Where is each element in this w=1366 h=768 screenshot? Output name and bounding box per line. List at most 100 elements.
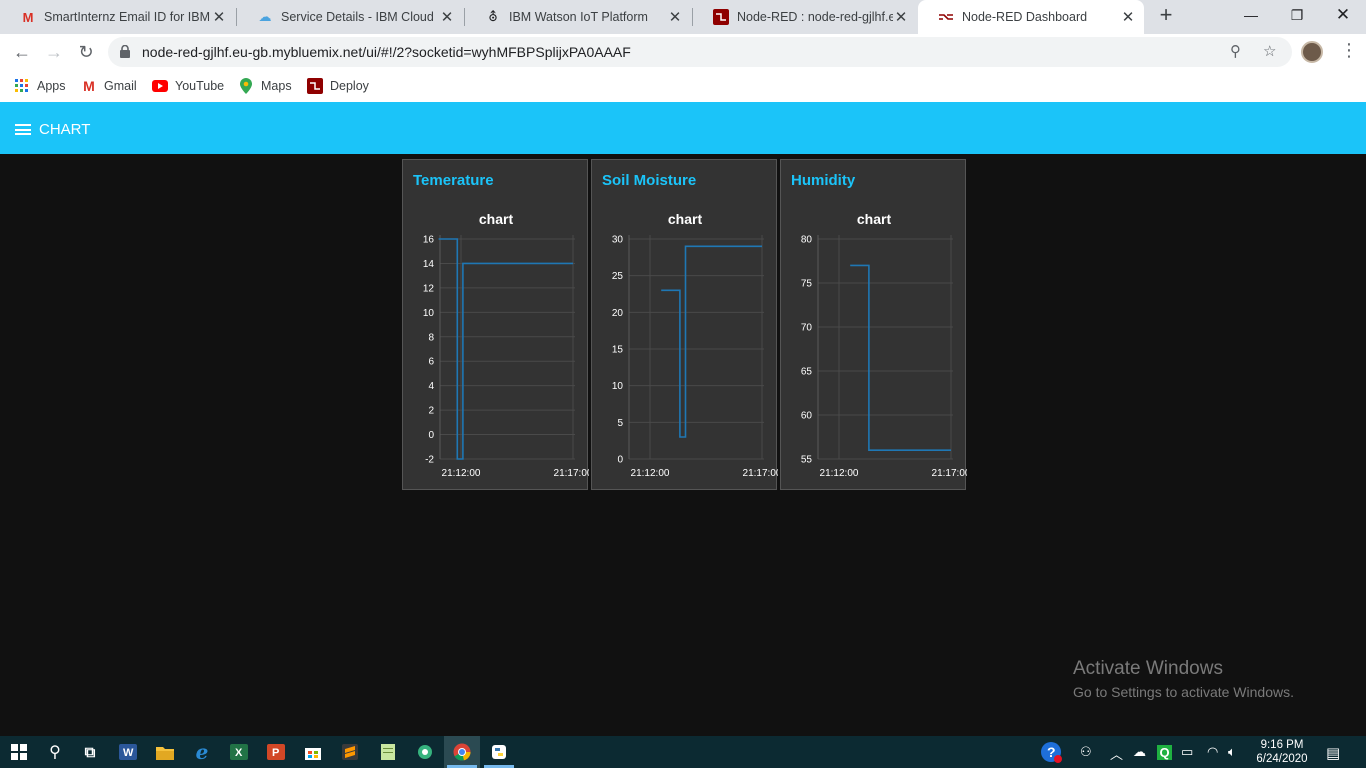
group-title: Temerature xyxy=(413,172,494,189)
python-icon[interactable] xyxy=(487,740,511,764)
browser-tab[interactable]: ⛢ IBM Watson IoT Platform ✕ xyxy=(465,0,691,34)
store-icon[interactable] xyxy=(301,740,325,764)
page-title: CHART xyxy=(39,121,91,138)
sublime-icon[interactable] xyxy=(338,740,362,764)
browser-tab[interactable]: Node-RED : node-red-gjlhf.eu- ✕ xyxy=(693,0,917,34)
help-icon[interactable]: ? xyxy=(1039,740,1063,764)
y-tick-label: 14 xyxy=(423,259,435,270)
task-view-icon[interactable]: ⧉ xyxy=(78,740,102,764)
close-window-button[interactable]: ✕ xyxy=(1320,0,1366,30)
chart-title: chart xyxy=(857,211,892,227)
browser-tab[interactable]: ☁ Service Details - IBM Cloud ✕ xyxy=(237,0,463,34)
close-icon[interactable]: ✕ xyxy=(211,8,227,26)
people-icon[interactable]: ⚇ xyxy=(1080,744,1092,760)
group-title: Humidity xyxy=(791,172,856,189)
y-tick-label: 4 xyxy=(428,381,434,392)
node-red-icon xyxy=(938,9,954,25)
maps-icon xyxy=(238,78,254,94)
restore-button[interactable]: ❐ xyxy=(1274,0,1320,30)
notes-icon[interactable] xyxy=(376,740,400,764)
y-tick-label: 6 xyxy=(428,357,434,368)
activate-windows-title: Activate Windows xyxy=(1073,658,1223,679)
gmail-icon: M xyxy=(22,9,34,25)
chevron-up-icon[interactable]: ︿ xyxy=(1110,744,1123,763)
y-tick-label: 5 xyxy=(617,418,623,429)
y-tick-label: 8 xyxy=(428,332,434,343)
lock-icon xyxy=(120,45,130,58)
excel-icon[interactable]: X xyxy=(227,740,251,764)
address-bar[interactable]: node-red-gjlhf.eu-gb.mybluemix.net/ui/#!… xyxy=(108,37,1292,67)
y-tick-label: 10 xyxy=(423,308,435,319)
chart-title: chart xyxy=(479,211,514,227)
svg-text:W: W xyxy=(123,747,134,759)
close-icon[interactable]: ✕ xyxy=(439,8,455,26)
y-tick-label: 2 xyxy=(428,406,434,417)
y-tick-label: 12 xyxy=(423,283,435,294)
activate-windows-subtitle: Go to Settings to activate Windows. xyxy=(1073,684,1294,700)
y-tick-label: 70 xyxy=(801,323,813,334)
x-tick-label: 21:12:00 xyxy=(442,468,481,479)
powerpoint-icon[interactable]: P xyxy=(264,740,288,764)
taskbar: ⚲ ⧉ W ℯ X P ? ⚇ ︿ ☁ Q ▭ ◠ 🔈︎ 9:16 PM 6/2… xyxy=(0,736,1366,768)
bookmark-label: Deploy xyxy=(330,79,369,93)
bookmark-maps[interactable]: Maps xyxy=(238,76,292,96)
bookmark-gmail[interactable]: M Gmail xyxy=(81,76,137,96)
y-tick-label: 10 xyxy=(612,381,624,392)
battery-icon[interactable]: ▭ xyxy=(1181,744,1193,760)
browser-tab[interactable]: M SmartInternz Email ID for IBM A ✕ xyxy=(0,0,235,34)
iot-icon: ⛢ xyxy=(488,9,498,24)
forward-button[interactable]: → xyxy=(42,40,66,64)
word-icon[interactable]: W xyxy=(116,740,140,764)
bookmark-star-icon[interactable]: ☆ xyxy=(1263,42,1276,60)
close-icon[interactable]: ✕ xyxy=(1120,8,1136,26)
chart-title: chart xyxy=(668,211,703,227)
y-tick-label: 75 xyxy=(801,279,813,290)
chrome-icon[interactable] xyxy=(450,740,474,764)
series-line xyxy=(661,245,762,438)
bookmark-youtube[interactable]: YouTube xyxy=(152,76,224,96)
file-explorer-icon[interactable] xyxy=(153,740,177,764)
avatar[interactable] xyxy=(1301,41,1323,63)
menu-icon[interactable] xyxy=(15,124,31,135)
internet-explorer-icon[interactable]: ℯ xyxy=(190,740,214,764)
y-tick-label: 60 xyxy=(801,411,813,422)
bookmark-label: Maps xyxy=(261,79,292,93)
back-button[interactable]: ← xyxy=(10,40,34,64)
system-clock[interactable]: 9:16 PM 6/24/2020 xyxy=(1252,738,1312,766)
x-tick-label: 21:12:00 xyxy=(631,468,670,479)
x-tick-label: 21:17:00 xyxy=(554,468,589,479)
x-tick-label: 21:17:00 xyxy=(743,468,778,479)
y-tick-label: 0 xyxy=(428,430,434,441)
tab-title: SmartInternz Email ID for IBM A xyxy=(44,10,211,24)
bookmark-apps[interactable]: Apps xyxy=(14,76,66,96)
group-title: Soil Moisture xyxy=(602,172,697,189)
zoom-icon[interactable]: ⚲ xyxy=(1230,42,1241,60)
tab-title: IBM Watson IoT Platform xyxy=(509,10,648,24)
menu-icon[interactable]: ⋮ xyxy=(1340,40,1358,61)
browser-toolbar: ← → ↻ node-red-gjlhf.eu-gb.mybluemix.net… xyxy=(0,34,1366,70)
browser-tab-active[interactable]: Node-RED Dashboard ✕ xyxy=(918,0,1144,34)
app-tray-icon[interactable]: Q xyxy=(1157,745,1172,760)
app-icon[interactable] xyxy=(413,740,437,764)
close-icon[interactable]: ✕ xyxy=(667,8,683,26)
wifi-icon[interactable]: ◠ xyxy=(1207,744,1218,760)
bookmark-label: Gmail xyxy=(104,79,137,93)
notifications-icon[interactable]: ▤ xyxy=(1326,744,1340,762)
gmail-icon: M xyxy=(83,78,95,94)
onedrive-icon[interactable]: ☁ xyxy=(1133,744,1146,760)
humidity-chart: chart 55 60 65 70 75 80 21:12:00 21:17:00 xyxy=(801,211,967,479)
search-icon[interactable]: ⚲ xyxy=(43,740,67,764)
chart-card-temperature: Temerature chart -2 0 2 4 6 8 10 12 14 16 21:12:00 2… xyxy=(402,159,589,490)
close-icon[interactable]: ✕ xyxy=(893,8,909,26)
volume-icon[interactable]: 🔈︎ xyxy=(1228,744,1236,760)
minimize-button[interactable]: — xyxy=(1228,0,1274,30)
tab-title: Node-RED : node-red-gjlhf.eu- xyxy=(737,10,893,24)
bookmark-deploy[interactable]: Deploy xyxy=(307,76,369,96)
reload-button[interactable]: ↻ xyxy=(74,40,98,64)
new-tab-button[interactable]: + xyxy=(1155,4,1177,28)
svg-text:X: X xyxy=(235,747,243,759)
windows-start-icon[interactable] xyxy=(7,740,31,764)
x-tick-label: 21:17:00 xyxy=(932,468,967,479)
clock-date: 6/24/2020 xyxy=(1256,753,1308,765)
y-tick-label: 55 xyxy=(801,455,813,466)
